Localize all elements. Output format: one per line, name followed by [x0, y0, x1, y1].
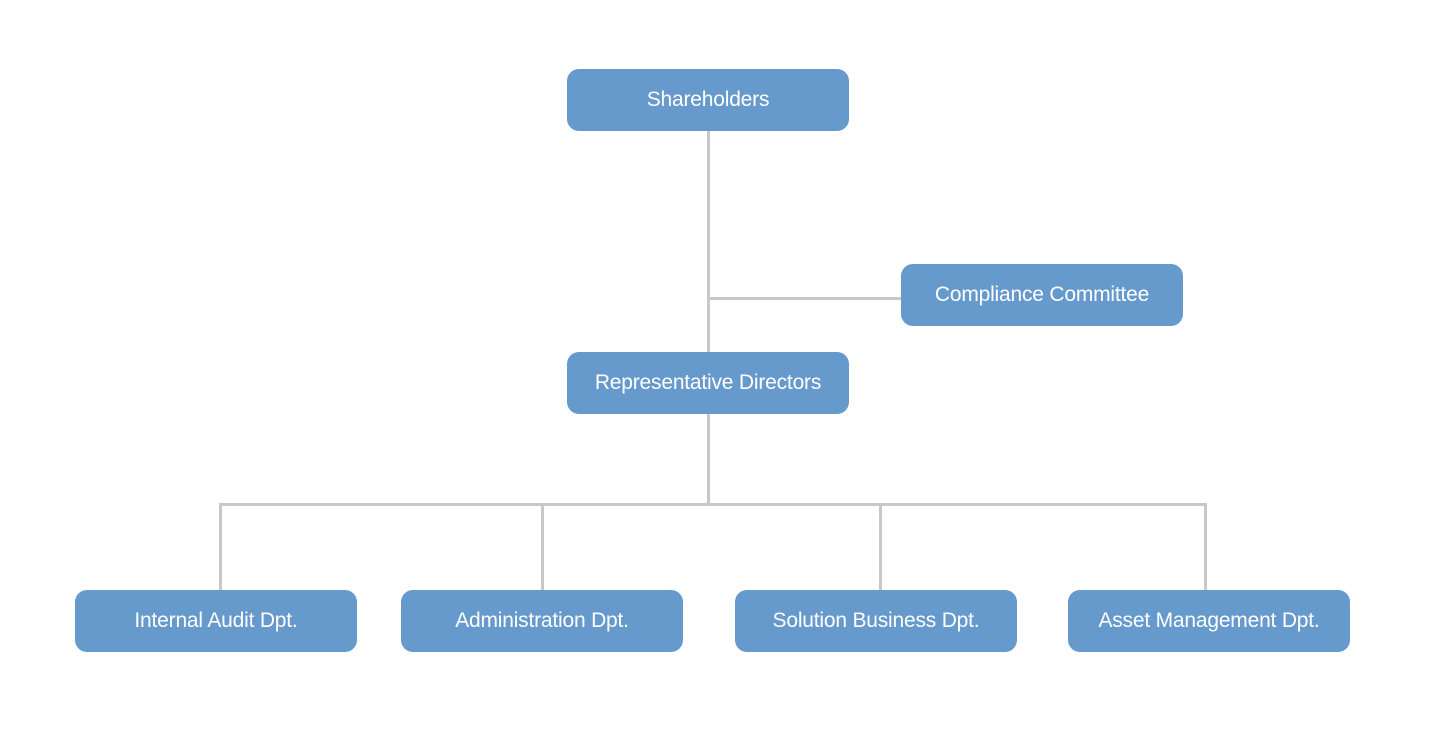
node-representative-directors: Representative Directors [567, 352, 849, 414]
node-internal-audit-dpt: Internal Audit Dpt. [75, 590, 357, 652]
node-solution-business-dpt: Solution Business Dpt. [735, 590, 1017, 652]
connector-drop-asset-management [1204, 503, 1207, 590]
node-administration-dpt: Administration Dpt. [401, 590, 683, 652]
connector-compliance [707, 297, 901, 300]
node-compliance-committee: Compliance Committee [901, 264, 1183, 326]
node-shareholders: Shareholders [567, 69, 849, 131]
connector-shareholders-directors [707, 131, 710, 352]
connector-department-bus [219, 503, 1207, 506]
node-asset-management-dpt: Asset Management Dpt. [1068, 590, 1350, 652]
connector-directors-bus [707, 414, 710, 506]
connector-drop-administration [541, 503, 544, 590]
connector-drop-internal-audit [219, 503, 222, 590]
connector-drop-solution-business [879, 503, 882, 590]
